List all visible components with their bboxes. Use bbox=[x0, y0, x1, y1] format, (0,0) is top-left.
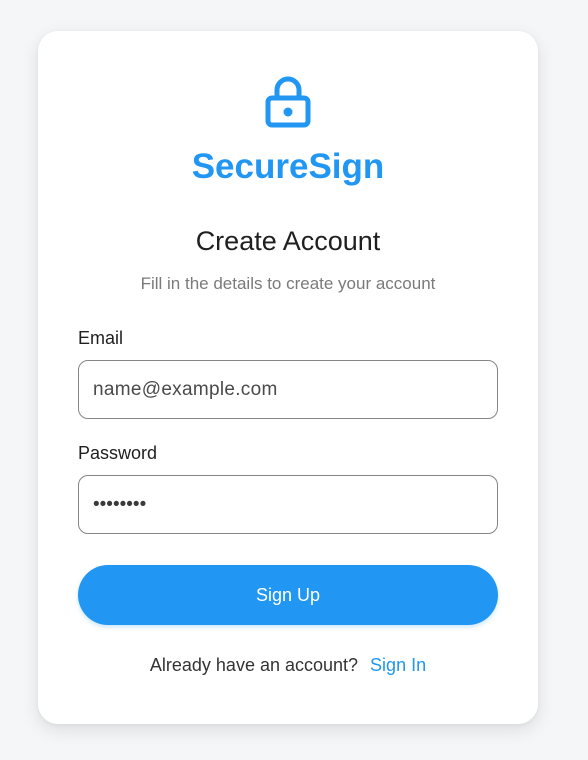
email-field[interactable] bbox=[78, 360, 498, 419]
brand-name: SecureSign bbox=[191, 147, 385, 186]
sign-up-button[interactable]: Sign Up bbox=[78, 565, 498, 625]
sign-in-prompt-text: Already have an account? bbox=[149, 655, 359, 675]
password-field[interactable] bbox=[78, 475, 498, 534]
page-subtitle: Fill in the details to create your accou… bbox=[140, 274, 436, 293]
signup-card: SecureSign Create Account Fill in the de… bbox=[38, 31, 538, 724]
lock-icon bbox=[265, 76, 311, 128]
password-label: Password bbox=[78, 443, 158, 463]
sign-in-prompt: Already have an account? Sign In bbox=[38, 653, 538, 677]
email-label: Email bbox=[78, 328, 124, 348]
page-title: Create Account bbox=[195, 226, 381, 256]
sign-in-link[interactable]: Sign In bbox=[370, 655, 426, 675]
